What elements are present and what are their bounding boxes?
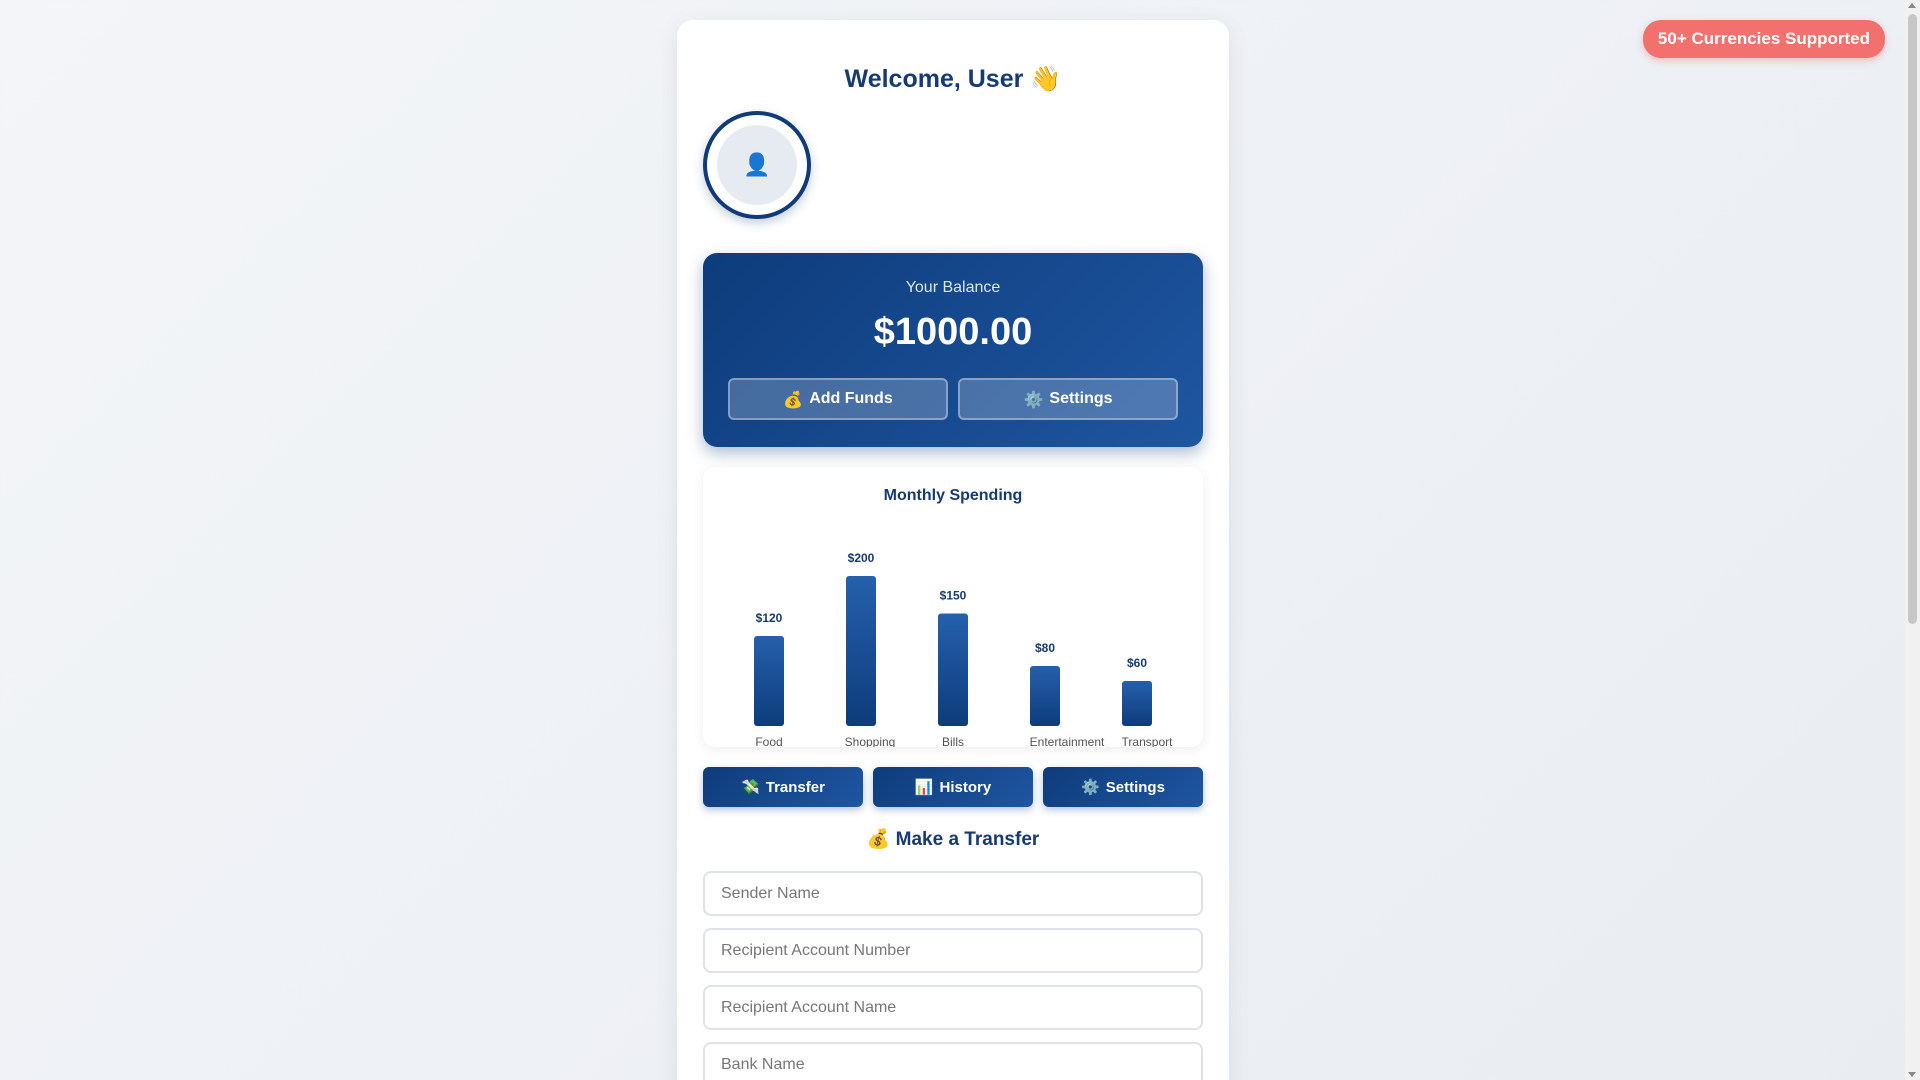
balance-amount: $1000.00	[873, 311, 1033, 353]
dashboard-card: Welcome, User 👋 👤 Your Balance $1000.00 …	[677, 20, 1229, 1080]
bar-bills[interactable]	[938, 613, 968, 727]
transfer-form	[703, 871, 1203, 1080]
money-wings-icon: 💸	[741, 778, 760, 796]
bank-name-input[interactable]	[703, 1042, 1203, 1080]
category-label: Shopping	[845, 735, 896, 747]
balance-settings-label: Settings	[1049, 390, 1113, 407]
transfer-title-text: Make a Transfer	[895, 829, 1040, 850]
page-scrollbar[interactable]	[1905, 0, 1920, 1080]
bar-chart-icon: 📊	[914, 778, 934, 796]
wave-icon: 👋	[1030, 64, 1062, 93]
scroll-down-arrow-icon[interactable]	[1908, 1072, 1916, 1077]
chart-canvas: $120 Food $200 Shopping $150 Bills $80 Entertai…	[754, 551, 1174, 747]
gear-icon: ⚙️	[1081, 778, 1100, 796]
scroll-up-arrow-icon[interactable]	[1908, 3, 1916, 8]
gear-icon: ⚙️	[1023, 389, 1044, 409]
sender-name-input[interactable]	[703, 871, 1203, 916]
balance-label: Your Balance	[905, 279, 1001, 296]
bar-transport[interactable]	[1122, 681, 1152, 726]
avatar[interactable]: 👤	[703, 111, 811, 219]
bar-value-label: $200	[848, 551, 875, 565]
category-label: Entertainment	[1030, 735, 1105, 747]
history-button[interactable]: 📊 History	[873, 767, 1033, 807]
bar-value-label: $150	[940, 589, 967, 603]
avatar-inner: 👤	[717, 125, 797, 205]
balance-settings-button[interactable]: ⚙️ Settings	[958, 378, 1178, 420]
category-label: Food	[755, 735, 782, 747]
history-label: History	[939, 778, 992, 796]
bar-value-label: $60	[1127, 656, 1147, 670]
add-funds-label: Add Funds	[809, 390, 893, 407]
settings-label: Settings	[1105, 778, 1165, 796]
bar-food[interactable]	[754, 636, 784, 726]
bar-value-label: $120	[756, 611, 783, 625]
balance-actions: 💰 Add Funds ⚙️ Settings	[703, 378, 1203, 420]
money-bag-icon: 💰	[783, 389, 804, 409]
transfer-button[interactable]: 💸 Transfer	[703, 767, 863, 807]
currencies-badge: 50+ Currencies Supported	[1642, 20, 1885, 58]
category-label: Transport	[1122, 735, 1174, 747]
transfer-heading: 💰 Make a Transfer	[703, 827, 1203, 851]
bar-entertainment[interactable]	[1030, 666, 1060, 726]
transfer-label: Transfer	[765, 778, 825, 796]
add-funds-button[interactable]: 💰 Add Funds	[728, 378, 948, 420]
scrollbar-thumb[interactable]	[1908, 14, 1917, 624]
recipient-account-number-input[interactable]	[703, 928, 1203, 973]
category-label: Bills	[942, 735, 964, 747]
welcome-text: Welcome, User	[844, 65, 1024, 93]
welcome-heading: Welcome, User 👋	[703, 64, 1203, 94]
money-bag-icon: 💰	[866, 828, 891, 850]
action-nav: 💸 Transfer 📊 History ⚙️ Settings	[703, 767, 1203, 807]
bar-shopping[interactable]	[846, 576, 876, 726]
bar-value-label: $80	[1035, 641, 1055, 655]
balance-card: Your Balance $1000.00 💰 Add Funds ⚙️ Set…	[703, 253, 1203, 447]
settings-button[interactable]: ⚙️ Settings	[1043, 767, 1203, 807]
monthly-spending-chart: Monthly Spending $120 Food $200 Shopping $15…	[703, 467, 1203, 747]
user-icon: 👤	[743, 152, 771, 178]
recipient-account-name-input[interactable]	[703, 985, 1203, 1030]
